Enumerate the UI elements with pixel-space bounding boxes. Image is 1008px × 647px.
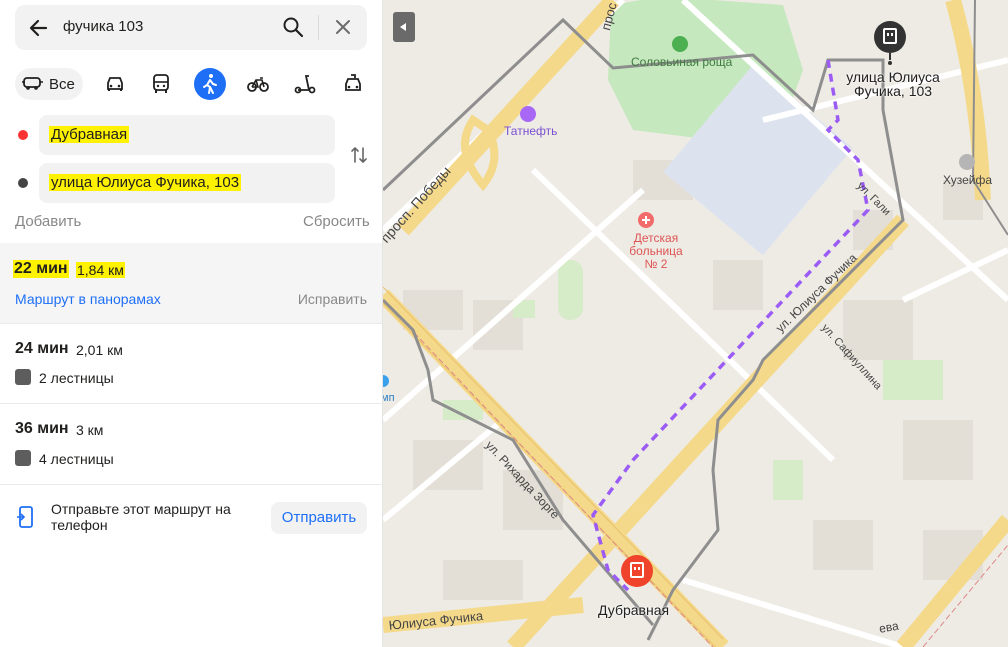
mode-bicycle-button[interactable] xyxy=(242,68,274,100)
park-poi-icon xyxy=(672,36,688,52)
stairs-icon xyxy=(15,450,31,466)
end-field-value: улица Юлиуса Фучика, 103 xyxy=(49,174,242,191)
stairs-icon xyxy=(15,369,31,385)
send-to-phone: Отправьте этот маршрут на телефон Отправ… xyxy=(0,485,382,549)
route-time: 24 мин xyxy=(15,340,69,357)
gas-station-label: Татнефть xyxy=(504,124,558,138)
mode-scooter-button[interactable] xyxy=(289,68,321,100)
mode-all-button[interactable]: Все xyxy=(15,68,83,100)
bicycle-icon xyxy=(247,77,269,92)
route-start-point: Дубравная xyxy=(15,115,335,155)
bus-icon xyxy=(153,74,169,93)
transport-modes: Все xyxy=(15,66,370,102)
search-bar[interactable]: фучика 103 xyxy=(15,5,367,50)
route-distance: 1,84 км xyxy=(76,262,125,278)
send-description: Отправьте этот маршрут на телефон xyxy=(51,501,231,533)
end-field[interactable]: улица Юлиуса Фучика, 103 xyxy=(39,163,335,203)
search-icon[interactable] xyxy=(282,16,304,38)
route-option-1[interactable]: 22 мин 1,84 км Маршрут в панорамах Испра… xyxy=(0,243,382,324)
start-label: Дубравная xyxy=(598,602,670,618)
gas-station-icon xyxy=(520,106,536,122)
stairs-count: 2 лестницы xyxy=(39,370,114,386)
close-icon[interactable] xyxy=(333,17,353,37)
mode-walk-button[interactable] xyxy=(194,68,226,100)
start-pin-icon xyxy=(621,555,653,587)
map-view[interactable]: Соловьиная роща Татнефть Детская больниц… xyxy=(383,0,1008,647)
all-transport-icon xyxy=(22,77,43,90)
reset-link[interactable]: Сбросить xyxy=(303,213,370,230)
panorama-route-link[interactable]: Маршрут в панорамах xyxy=(15,291,161,307)
route-end-point: улица Юлиуса Фучика, 103 xyxy=(15,163,335,203)
transport-label: мп xyxy=(383,392,395,404)
mode-car-button[interactable] xyxy=(99,68,131,100)
hospital-label: Детская больница № 2 xyxy=(629,231,683,271)
route-distance: 2,01 км xyxy=(76,342,123,358)
route-time: 22 мин xyxy=(13,260,69,278)
walking-icon xyxy=(203,74,217,94)
start-field-value: Дубравная xyxy=(49,126,130,143)
start-field[interactable]: Дубравная xyxy=(39,115,335,155)
mosque-label: Хузейфа xyxy=(943,173,993,187)
mode-bus-button[interactable] xyxy=(145,68,177,100)
mosque-icon xyxy=(959,154,975,170)
car-icon xyxy=(107,77,123,91)
scooter-icon xyxy=(294,75,316,94)
destination-pin-icon xyxy=(874,21,906,65)
route-option-3[interactable]: 36 мин 3 км 4 лестницы xyxy=(0,404,382,485)
park-label: Соловьиная роща xyxy=(631,55,733,69)
add-point-link[interactable]: Добавить xyxy=(15,213,81,230)
mode-all-label: Все xyxy=(49,76,75,93)
swap-icon[interactable] xyxy=(349,145,369,165)
route-panel: фучика 103 Все Дубравная улица Юлиуса Фу… xyxy=(0,0,383,647)
search-divider xyxy=(318,15,319,40)
taxi-icon xyxy=(345,74,361,91)
transport-poi-icon xyxy=(383,375,389,387)
collapse-panel-button[interactable] xyxy=(393,12,415,42)
route-time: 36 мин xyxy=(15,420,69,437)
route-distance: 3 км xyxy=(76,422,104,438)
start-dot-icon xyxy=(18,130,28,140)
back-arrow-icon[interactable] xyxy=(27,17,49,39)
phone-icon xyxy=(17,506,33,528)
send-button[interactable]: Отправить xyxy=(271,502,367,534)
stairs-count: 4 лестницы xyxy=(39,451,114,467)
fix-route-link[interactable]: Исправить xyxy=(298,291,367,307)
destination-label: улица Юлиуса Фучика, 103 xyxy=(846,69,940,99)
route-option-2[interactable]: 24 мин 2,01 км 2 лестницы xyxy=(0,324,382,404)
mode-taxi-button[interactable] xyxy=(337,68,369,100)
search-query[interactable]: фучика 103 xyxy=(63,18,143,35)
end-dot-icon xyxy=(18,178,28,188)
